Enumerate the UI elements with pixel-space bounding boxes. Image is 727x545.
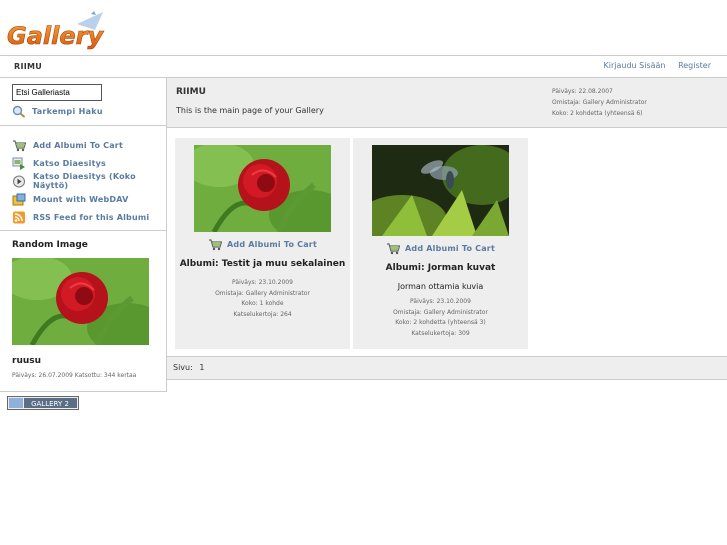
add-to-cart[interactable]: Add Albumi To Cart xyxy=(353,242,528,255)
gallery2-badge-image: GALLERY 2 xyxy=(9,398,77,408)
play-icon xyxy=(13,175,25,187)
action-label[interactable]: RSS Feed for this Albumi xyxy=(33,213,149,222)
page-header: Gallery xyxy=(0,0,727,56)
album-size: Koko: 2 kohdetta (yhteensä 6) xyxy=(552,110,643,117)
advanced-search-link[interactable]: Tarkempi Haku xyxy=(32,107,103,116)
item-date: Päiväys: 23.10.2009 xyxy=(410,298,471,305)
random-image-caption[interactable]: ruusu xyxy=(12,356,41,366)
item-size: Koko: 2 kohdetta (yhteensä 3) xyxy=(395,319,486,326)
random-image-info: Päiväys: 26.07.2009 Katsottu: 344 kertaa xyxy=(12,372,137,379)
album-item-meta: Päiväys: 23.10.2009 Omistaja: Gallery Ad… xyxy=(175,278,350,320)
sidebar: Tarkempi Haku Add Albumi To Cart Katso D… xyxy=(0,78,167,392)
badge-text: GALLERY 2 xyxy=(31,400,69,408)
album-tile: Add Albumi To Cart Albumi: Testit ja muu… xyxy=(175,138,350,349)
album-thumbnail[interactable] xyxy=(372,145,509,236)
action-add-to-cart[interactable]: Add Albumi To Cart xyxy=(12,136,166,154)
action-label[interactable]: Mount with WebDAV xyxy=(33,195,128,204)
search-input[interactable] xyxy=(12,84,102,101)
album-tile: Add Albumi To Cart Albumi: Jorman kuvat … xyxy=(353,138,528,349)
logo-text: Gallery xyxy=(7,22,104,50)
rss-icon xyxy=(13,211,25,223)
gallery2-badge[interactable]: GALLERY 2 xyxy=(7,396,79,410)
pager-current-page: 1 xyxy=(199,363,205,372)
album-item-title[interactable]: Albumi: Testit ja muu sekalainen xyxy=(175,259,350,269)
system-links: Kirjaudu Sisään Register xyxy=(594,61,711,70)
pager-text: Sivu: 1 xyxy=(173,363,204,372)
divider xyxy=(0,230,166,231)
action-label[interactable]: Katso Diaesitys (Koko Näyttö) xyxy=(33,172,166,190)
cart-icon xyxy=(387,243,401,255)
item-size: Koko: 1 kohde xyxy=(241,300,284,307)
item-owner: Omistaja: Gallery Administrator xyxy=(215,289,310,297)
album-item-subtitle: Jorman ottamia kuvia xyxy=(397,282,484,291)
item-views: Katselukertoja: 264 xyxy=(233,310,292,318)
action-webdav[interactable]: Mount with WebDAV xyxy=(12,190,166,208)
register-link[interactable]: Register xyxy=(678,61,711,70)
item-date: Päiväys: 23.10.2009 xyxy=(232,279,293,286)
breadcrumb-bar: RIIMU Kirjaudu Sisään Register xyxy=(0,56,727,78)
cart-icon xyxy=(13,139,26,151)
album-owner: Omistaja: Gallery Administrator xyxy=(552,99,647,106)
add-to-cart-link[interactable]: Add Albumi To Cart xyxy=(405,244,495,253)
album-title: RIIMU xyxy=(176,87,206,97)
action-slideshow[interactable]: Katso Diaesitys xyxy=(12,154,166,172)
action-label[interactable]: Katso Diaesitys xyxy=(33,159,106,168)
album-item-meta: Päiväys: 23.10.2009 Omistaja: Gallery Ad… xyxy=(353,297,528,339)
action-rss[interactable]: RSS Feed for this Albumi xyxy=(12,208,166,226)
pager: Sivu: 1 xyxy=(167,356,727,380)
magnifier-icon xyxy=(12,105,26,118)
cart-icon xyxy=(209,239,223,251)
login-link[interactable]: Kirjaudu Sisään xyxy=(604,61,666,70)
divider xyxy=(0,125,166,126)
album-thumbnail[interactable] xyxy=(194,145,331,232)
album-item-title[interactable]: Albumi: Jorman kuvat xyxy=(353,263,528,273)
sidebar-actions: Add Albumi To Cart Katso Diaesitys Katso… xyxy=(12,136,166,226)
slideshow-icon xyxy=(12,157,25,170)
pager-label: Sivu: xyxy=(173,363,193,372)
album-header: RIIMU This is the main page of your Gall… xyxy=(167,78,727,128)
action-label[interactable]: Add Albumi To Cart xyxy=(33,141,123,150)
album-meta: Päiväys: 22.08.2007 Omistaja: Gallery Ad… xyxy=(552,86,647,119)
advanced-search[interactable]: Tarkempi Haku xyxy=(12,105,103,118)
action-slideshow-fullscreen[interactable]: Katso Diaesitys (Koko Näyttö) xyxy=(12,172,166,190)
gallery-logo[interactable]: Gallery xyxy=(7,10,107,52)
webdav-icon xyxy=(12,193,26,205)
item-owner: Omistaja: Gallery Administrator xyxy=(393,308,488,316)
item-views: Katselukertoja: 309 xyxy=(411,329,470,337)
add-to-cart-link[interactable]: Add Albumi To Cart xyxy=(227,240,317,249)
random-image-heading: Random Image xyxy=(12,240,88,250)
add-to-cart[interactable]: Add Albumi To Cart xyxy=(175,238,350,251)
album-description: This is the main page of your Gallery xyxy=(176,106,324,115)
album-date: Päiväys: 22.08.2007 xyxy=(552,88,613,95)
random-image-thumbnail[interactable] xyxy=(12,258,149,345)
breadcrumb: RIIMU xyxy=(14,62,43,71)
